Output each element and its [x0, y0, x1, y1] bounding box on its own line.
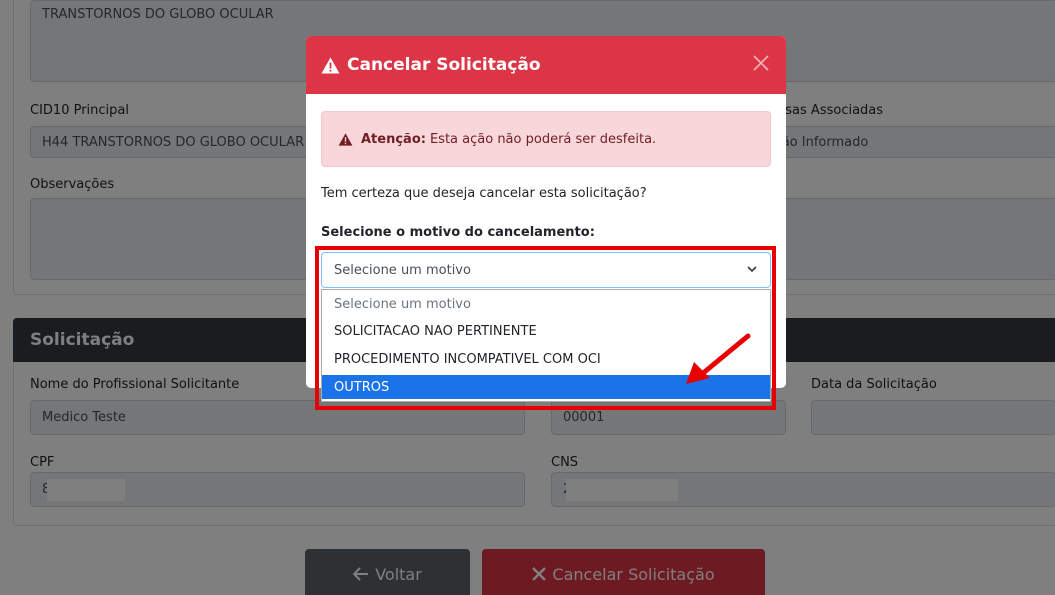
close-icon[interactable] [750, 52, 772, 74]
warning-alert: Atenção: Esta ação não poderá ser desfei… [321, 111, 771, 167]
annotation-arrow-icon [686, 333, 751, 384]
modal-title: Cancelar Solicitação [347, 55, 541, 75]
alert-strong: Atenção: [361, 131, 426, 147]
reason-label: Selecione o motivo do cancelamento: [321, 225, 595, 240]
warning-icon [338, 132, 353, 146]
warning-icon [321, 57, 340, 73]
modal-header: Cancelar Solicitação [306, 36, 786, 94]
confirm-text: Tem certeza que deseja cancelar esta sol… [321, 186, 647, 201]
alert-text: Esta ação não poderá ser desfeita. [429, 131, 657, 147]
